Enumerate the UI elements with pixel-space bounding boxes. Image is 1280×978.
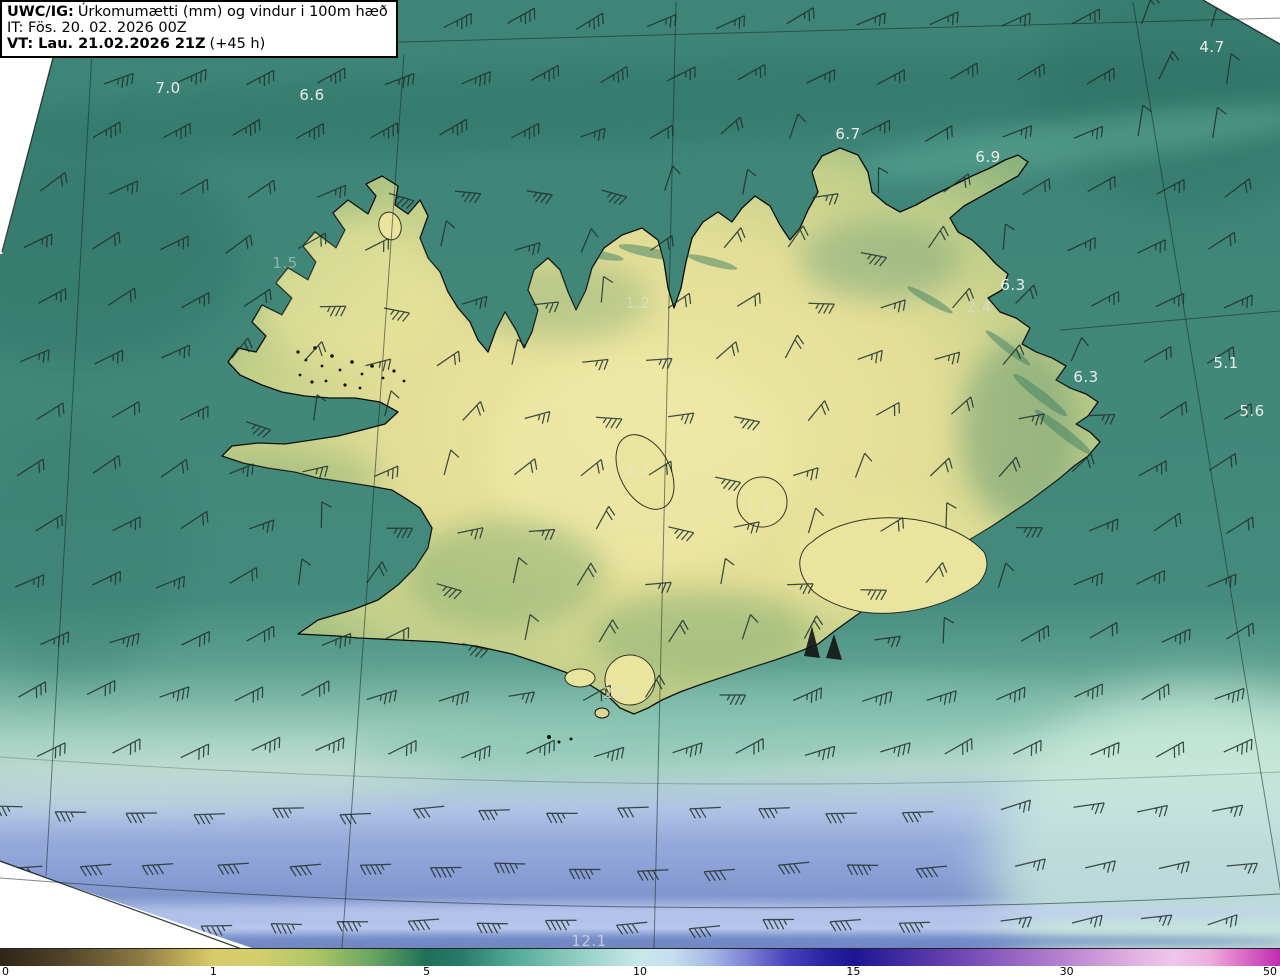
precip-value-label: 6.3 [1000,276,1025,294]
init-time: IT: Fös. 20. 02. 2026 00Z [7,20,388,36]
map-canvas: 7.0 6.6 4.7 6.7 6.9 6.3 2.4 6.3 5.1 5.6 1.5 1.2 1.1 1… [0,0,1280,948]
colorbar-tick-label: 15 [846,966,860,977]
product-code: UWC/IG: [7,4,74,20]
colorbar-tick-label: 1 [210,966,217,977]
precip-value-label: 2.4 [966,298,991,316]
precip-value-label: 6.3 [1073,368,1098,386]
product-title: Úrkomumætti (mm) og vindur i 100m hæð [78,4,388,20]
precip-value-label: 7.0 [155,79,180,97]
info-box: UWC/IG:Úrkomumætti (mm) og vindur i 100m… [0,0,398,58]
south-light-blue-band [0,905,1280,921]
precip-value-label: 5.6 [1239,402,1264,420]
precip-value-label: 1.1 [625,461,650,479]
weather-map-page: 7.0 6.6 4.7 6.7 6.9 6.3 2.4 6.3 5.1 5.6 1.5 1.2 1.1 1… [0,0,1280,978]
colorbar-tick-label: 50 [1263,966,1277,977]
precip-value-label: 6.6 [299,86,324,104]
product-line: UWC/IG:Úrkomumætti (mm) og vindur i 100m… [7,4,388,20]
precip-value-label: 6.7 [835,125,860,143]
precip-value-label: 6.9 [975,148,1000,166]
valid-time: VT: Lau. 21.02.2026 21Z(+45 h) [7,36,388,52]
precip-value-label: 12.1 [571,932,606,948]
colorbar-tick-label: 5 [423,966,430,977]
precip-value-label: 4.7 [1199,38,1224,56]
colorbar-tick-label: 10 [633,966,647,977]
precip-value-label: 5.1 [1213,354,1238,372]
precip-value-label: 2.7 [603,684,628,702]
precip-value-label: 1.1 [745,496,770,514]
precip-value-label: 1.5 [272,254,297,272]
colorbar-tick-label: 0 [2,966,9,977]
colorbar-scale: 01510153050 [0,966,1280,978]
colorbar-tick-label: 30 [1060,966,1074,977]
precip-value-label: 1.2 [625,294,650,312]
